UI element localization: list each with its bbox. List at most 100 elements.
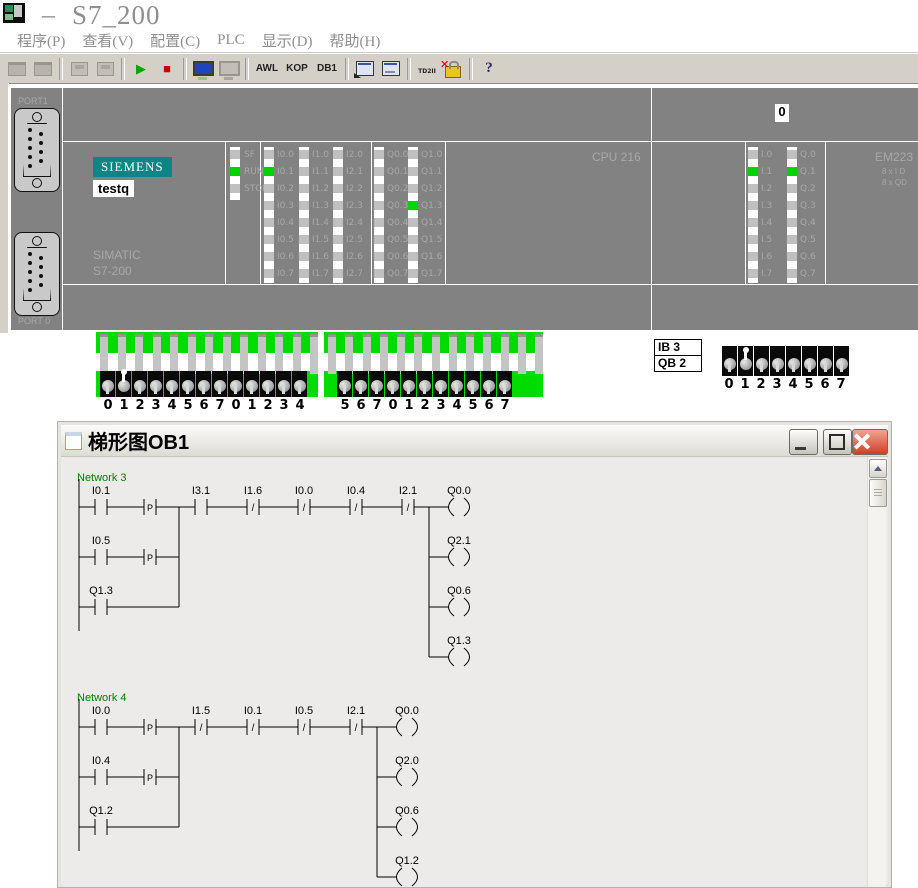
input-switch-1[interactable]	[116, 371, 131, 397]
kop-button[interactable]: KOP	[282, 57, 312, 81]
input-switch-1[interactable]	[738, 346, 753, 376]
input-switch-0[interactable]	[337, 371, 352, 397]
input-switch-5[interactable]	[180, 371, 195, 397]
input-switch-3[interactable]	[385, 371, 400, 397]
switch-bank[interactable]	[722, 346, 849, 376]
brand-badge: SIEMENS	[93, 157, 172, 177]
input-switch-1[interactable]	[353, 371, 368, 397]
led-label-I1.4: I1.4	[312, 218, 329, 228]
vertical-scrollbar[interactable]	[867, 457, 886, 887]
led-label-I2.2: I2.2	[346, 184, 363, 194]
input-switch-6[interactable]	[818, 346, 833, 376]
switch-bank[interactable]	[337, 371, 512, 397]
menu-item-2[interactable]: 配置(C)	[150, 30, 200, 51]
help-button[interactable]: ?	[476, 57, 502, 81]
program-block-button[interactable]	[66, 57, 92, 81]
input-switch-4[interactable]	[401, 371, 416, 397]
input-switch-4[interactable]	[786, 346, 801, 376]
terminal-pin	[345, 334, 353, 374]
terminal-pin	[518, 334, 526, 374]
scrollbar-thumb[interactable]	[869, 479, 887, 507]
awl-button[interactable]: AWL	[252, 57, 282, 81]
menu-item-5[interactable]: 帮助(H)	[330, 30, 381, 51]
flowchart-button[interactable]	[352, 57, 378, 81]
monitor-on-button[interactable]	[190, 57, 216, 81]
led-label-I.6: I.6	[761, 252, 772, 262]
input-switch-3[interactable]	[148, 371, 163, 397]
input-switch-6[interactable]	[196, 371, 211, 397]
input-switch-5[interactable]	[802, 346, 817, 376]
led-label-Q0.1: Q0.1	[387, 167, 408, 177]
led-I0.6	[264, 252, 274, 261]
input-switch-10[interactable]	[497, 371, 512, 397]
led-label-SF: SF	[244, 150, 255, 160]
connector-pin	[28, 128, 32, 132]
data-block-button[interactable]	[92, 57, 118, 81]
input-switch-2[interactable]	[369, 371, 384, 397]
panel-line	[825, 141, 826, 284]
flowchart-icon	[356, 61, 374, 76]
input-switch-10[interactable]	[260, 371, 275, 397]
input-switch-9[interactable]	[481, 371, 496, 397]
input-switch-6[interactable]	[433, 371, 448, 397]
led-I0.3	[264, 201, 274, 210]
input-switch-0[interactable]	[100, 371, 115, 397]
led-label-Q.6: Q.6	[800, 252, 816, 262]
input-switch-7[interactable]	[449, 371, 464, 397]
menu-item-4[interactable]: 显示(D)	[262, 30, 313, 51]
switch-lever	[250, 385, 253, 394]
input-switch-2[interactable]	[754, 346, 769, 376]
save-button[interactable]	[30, 57, 56, 81]
input-switch-0[interactable]	[722, 346, 737, 376]
led-label-I1.2: I1.2	[312, 184, 329, 194]
svg-text:I0.0: I0.0	[92, 705, 110, 717]
input-switch-12[interactable]	[292, 371, 307, 397]
svg-text:/: /	[355, 503, 358, 514]
switch-number: 6	[817, 377, 833, 392]
toolbar-separator	[245, 58, 249, 80]
password-button[interactable]: ✕	[440, 57, 466, 81]
chart-window-icon	[382, 61, 400, 76]
stop-button[interactable]: ■	[154, 57, 180, 81]
db1-button[interactable]: DB1	[312, 57, 342, 81]
input-switch-4[interactable]	[164, 371, 179, 397]
led-label-Q.5: Q.5	[800, 235, 816, 245]
led-I2.2	[333, 184, 343, 193]
run-button[interactable]: ▶	[128, 57, 154, 81]
switch-lever	[138, 385, 141, 394]
scroll-up-button[interactable]	[869, 459, 887, 478]
kop-label: KOP	[286, 63, 308, 74]
mdi-window-icon[interactable]	[65, 432, 82, 450]
close-button[interactable]	[852, 429, 888, 455]
led-I.5	[748, 235, 758, 244]
led-Q.2	[787, 184, 797, 193]
input-switch-7[interactable]	[834, 346, 849, 376]
terminal-pin	[363, 334, 371, 374]
monitor-off-button[interactable]	[216, 57, 242, 81]
maximize-button[interactable]	[823, 429, 852, 455]
input-switch-7[interactable]	[212, 371, 227, 397]
input-switch-11[interactable]	[276, 371, 291, 397]
led-Q0.0	[374, 150, 384, 159]
connector-pin	[28, 146, 32, 150]
menu-item-0[interactable]: 程序(P)	[17, 30, 65, 51]
led-label-Q1.7: Q1.7	[421, 269, 442, 279]
menu-item-3[interactable]: PLC	[217, 32, 245, 49]
input-switch-9[interactable]	[244, 371, 259, 397]
input-switch-8[interactable]	[465, 371, 480, 397]
svg-text:Q2.1: Q2.1	[447, 535, 471, 547]
monitor-icon	[193, 61, 214, 76]
connector-pin	[39, 132, 43, 136]
minimize-button[interactable]	[789, 429, 818, 455]
data-block-icon	[97, 62, 114, 76]
input-switch-5[interactable]	[417, 371, 432, 397]
open-button[interactable]	[4, 57, 30, 81]
td200-button[interactable]: TD2II	[414, 57, 440, 81]
switch-bank[interactable]	[100, 371, 307, 397]
input-switch-3[interactable]	[770, 346, 785, 376]
ladder-window-titlebar[interactable]: 梯形图OB1	[61, 425, 888, 457]
input-switch-2[interactable]	[132, 371, 147, 397]
menu-item-1[interactable]: 查看(V)	[82, 30, 133, 51]
input-switch-8[interactable]	[228, 371, 243, 397]
chart-window-button[interactable]	[378, 57, 404, 81]
